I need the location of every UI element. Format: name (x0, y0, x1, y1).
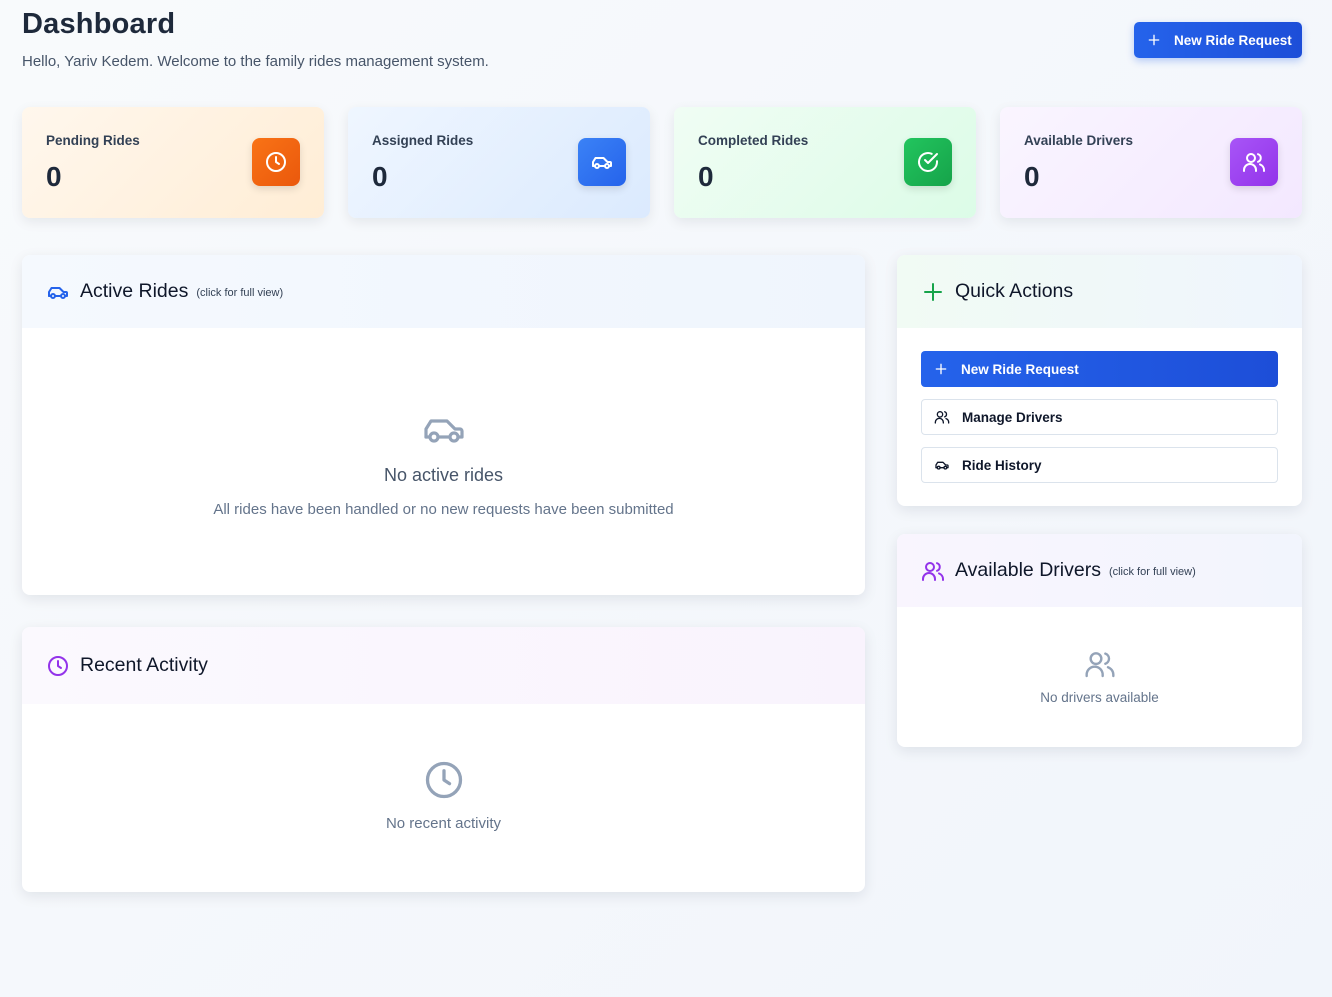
car-icon (592, 157, 612, 169)
stat-value: 0 (46, 161, 62, 192)
stat-label: Available Drivers (1024, 133, 1134, 148)
users-icon (1243, 153, 1265, 172)
stat-label: Assigned Rides (372, 133, 474, 148)
active-rides-title: Active Rides (80, 280, 189, 302)
ride-history-button[interactable]: Ride History (921, 447, 1278, 483)
available-drivers-empty-state: No drivers available (897, 648, 1302, 705)
available-drivers-panel[interactable]: Available Drivers (click for full view) … (897, 534, 1302, 747)
page-title: Dashboard (22, 8, 176, 40)
empty-title: No active rides (383, 465, 504, 485)
new-ride-request-button[interactable]: New Ride Request (1134, 22, 1302, 58)
full-view-hint: (click for full view) (196, 286, 284, 299)
empty-text: All rides have been handled or no new re… (213, 501, 674, 518)
stat-icon-box (578, 138, 626, 186)
users-icon (922, 561, 944, 581)
car-icon (48, 286, 68, 299)
stats-row: Pending Rides 0 Assigned Rides 0 Complet… (22, 107, 1302, 218)
car-icon (423, 419, 464, 443)
button-label: Ride History (962, 457, 1042, 473)
recent-activity-panel: Recent Activity No recent activity (22, 627, 865, 892)
car-icon (935, 461, 949, 470)
active-rides-empty-state: No active rides All rides have been hand… (22, 405, 865, 518)
full-view-hint: (click for full view) (1108, 565, 1196, 578)
manage-drivers-button[interactable]: Manage Drivers (921, 399, 1278, 435)
stat-value: 0 (698, 161, 714, 192)
empty-text: No drivers available (1040, 690, 1159, 705)
empty-text: No recent activity (385, 815, 502, 832)
page-header: Dashboard Hello, Yariv Kedem. Welcome to… (22, 0, 1302, 90)
available-drivers-title: Available Drivers (955, 559, 1101, 581)
available-drivers-header[interactable]: Available Drivers (click for full view) (897, 534, 1302, 607)
recent-activity-title: Recent Activity (80, 654, 208, 676)
quick-actions-header: Quick Actions (897, 255, 1302, 328)
active-rides-header[interactable]: Active Rides (click for full view) (22, 255, 865, 328)
stat-card-pending[interactable]: Pending Rides 0 (22, 107, 324, 218)
clock-icon (425, 761, 462, 799)
plus-icon (1148, 34, 1160, 46)
plus-icon (924, 282, 942, 301)
new-ride-request-label: New Ride Request (1174, 32, 1292, 48)
check-circle-icon (918, 152, 938, 172)
stat-label: Completed Rides (698, 133, 809, 148)
button-label: New Ride Request (961, 361, 1079, 377)
stat-value: 0 (1024, 161, 1040, 192)
welcome-text: Hello, Yariv Kedem. Welcome to the famil… (22, 53, 489, 70)
stat-icon-box (252, 138, 300, 186)
stat-icon-box (1230, 138, 1278, 186)
quick-actions-title: Quick Actions (955, 280, 1074, 302)
clock-icon (48, 655, 68, 676)
plus-icon (935, 363, 947, 375)
recent-activity-header: Recent Activity (22, 627, 865, 704)
users-icon (1084, 652, 1115, 678)
stat-icon-box (904, 138, 952, 186)
users-icon (934, 411, 950, 424)
stat-value: 0 (372, 161, 388, 192)
stat-label: Pending Rides (46, 133, 140, 148)
recent-activity-empty-state: No recent activity (22, 758, 865, 832)
quick-actions-panel: Quick Actions New Ride Request Manage Dr… (897, 255, 1302, 506)
stat-card-completed[interactable]: Completed Rides 0 (674, 107, 976, 218)
stat-card-assigned[interactable]: Assigned Rides 0 (348, 107, 650, 218)
clock-icon (266, 152, 286, 172)
stat-card-drivers[interactable]: Available Drivers 0 (1000, 107, 1302, 218)
quick-new-ride-request-button[interactable]: New Ride Request (921, 351, 1278, 387)
active-rides-panel[interactable]: Active Rides (click for full view) No ac… (22, 255, 865, 595)
button-label: Manage Drivers (962, 409, 1063, 425)
